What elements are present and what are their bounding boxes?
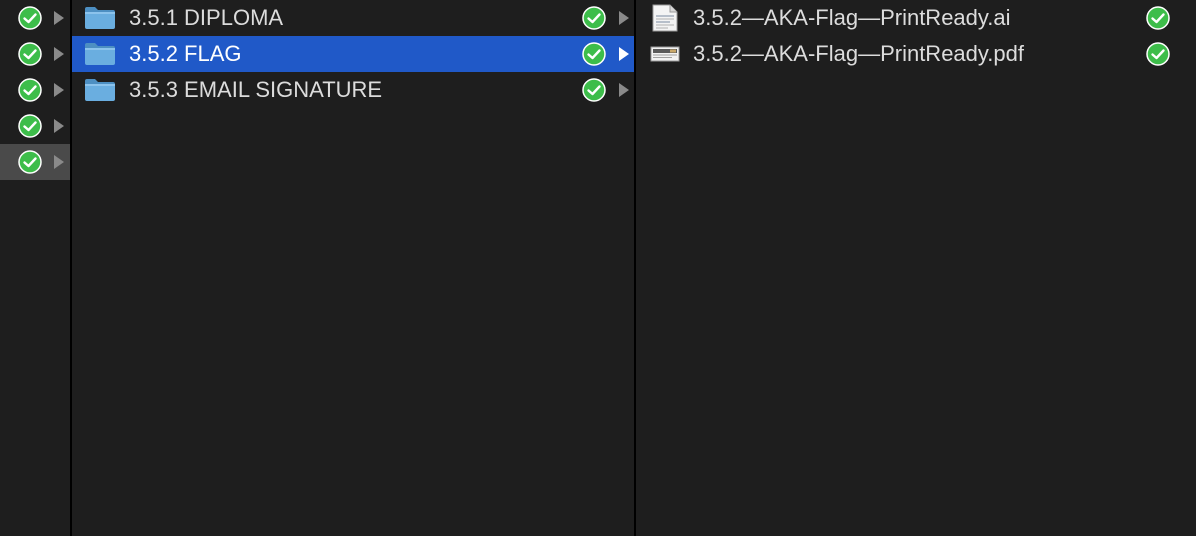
synced-check-icon: [582, 6, 606, 30]
folder-icon: [85, 79, 115, 101]
synced-check-icon: [1146, 6, 1170, 30]
column-folders: 3.5.1 DIPLOMA 3.5.2 FLAG 3.5.3 EMAIL SIG…: [72, 0, 634, 536]
disclosure-arrow-icon[interactable]: [54, 47, 64, 61]
disclosure-arrow-icon[interactable]: [54, 119, 64, 133]
file-row-ai[interactable]: 3.5.2—AKA-Flag—PrintReady.ai: [636, 0, 1196, 36]
synced-check-icon: [582, 42, 606, 66]
column-parent: [0, 0, 70, 536]
finder-column-browser: 3.5.1 DIPLOMA 3.5.2 FLAG 3.5.3 EMAIL SIG…: [0, 0, 1196, 536]
file-label: 3.5.2—AKA-Flag—PrintReady.ai: [693, 5, 1011, 30]
synced-check-icon: [582, 78, 606, 102]
list-item[interactable]: [0, 36, 70, 72]
folder-row-diploma[interactable]: 3.5.1 DIPLOMA: [72, 0, 634, 36]
synced-check-icon: [18, 6, 42, 30]
disclosure-arrow-icon[interactable]: [619, 83, 629, 97]
folder-label: 3.5.3 EMAIL SIGNATURE: [129, 77, 383, 102]
column-files: 3.5.2—AKA-Flag—PrintReady.ai 3.5.2—AKA-F…: [636, 0, 1196, 536]
list-item-selected[interactable]: [0, 144, 70, 180]
disclosure-arrow-icon[interactable]: [54, 83, 64, 97]
synced-check-icon: [18, 42, 42, 66]
folder-label: 3.5.1 DIPLOMA: [129, 5, 284, 30]
list-item[interactable]: [0, 72, 70, 108]
folder-row-email-signature[interactable]: 3.5.3 EMAIL SIGNATURE: [72, 72, 634, 108]
synced-check-icon: [1146, 42, 1170, 66]
folder-icon: [85, 7, 115, 29]
folder-icon: [85, 43, 115, 65]
disclosure-arrow-icon[interactable]: [54, 155, 64, 169]
pdf-file-icon: [650, 46, 680, 62]
list-item[interactable]: [0, 108, 70, 144]
folder-label: 3.5.2 FLAG: [129, 41, 242, 66]
synced-check-icon: [18, 78, 42, 102]
file-row-pdf[interactable]: 3.5.2—AKA-Flag—PrintReady.pdf: [636, 36, 1196, 72]
synced-check-icon: [18, 114, 42, 138]
disclosure-arrow-icon[interactable]: [619, 11, 629, 25]
folder-row-flag[interactable]: 3.5.2 FLAG: [72, 36, 634, 72]
file-label: 3.5.2—AKA-Flag—PrintReady.pdf: [693, 41, 1024, 66]
disclosure-arrow-icon[interactable]: [54, 11, 64, 25]
disclosure-arrow-icon[interactable]: [619, 47, 629, 61]
synced-check-icon: [18, 150, 42, 174]
ai-file-icon: [652, 4, 678, 32]
list-item[interactable]: [0, 0, 70, 36]
